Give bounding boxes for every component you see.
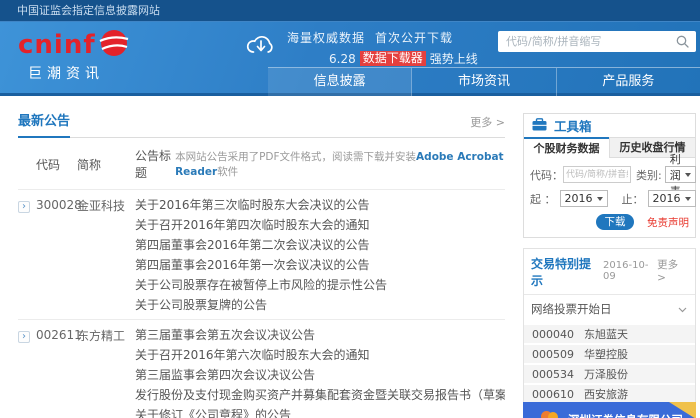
triangle-down-icon bbox=[597, 197, 603, 201]
notice-row[interactable]: 000610 西安旅游 bbox=[524, 385, 695, 403]
pdf-notice: 本网站公告采用了PDF文件格式，阅读需下载并安装Adobe Acrobat Re… bbox=[175, 149, 505, 179]
code-label: 代码： bbox=[530, 167, 563, 183]
brand-chinese-name: 巨潮资讯 bbox=[18, 63, 129, 83]
notice-category-dropdown[interactable]: 网络投票开始日 bbox=[524, 295, 695, 323]
nav-item-market[interactable]: 市场资讯 bbox=[411, 68, 555, 96]
cninfo-homepage: 中国证监会指定信息披露网站 cninf 巨潮资讯 bbox=[0, 0, 700, 418]
notice-row[interactable]: 000534 万泽股份 bbox=[524, 365, 695, 383]
banner-company-name: 深圳证券信息有限公司 bbox=[568, 412, 683, 418]
notice-stock-name: 东旭蓝天 bbox=[576, 326, 628, 342]
notice-stock-code: 000509 bbox=[524, 348, 576, 361]
site-header: cninf 巨潮资讯 bbox=[0, 22, 700, 96]
logo-swirl-icon bbox=[99, 28, 129, 62]
announcement-link[interactable]: 第三届董事会第五次会议决议公告 bbox=[135, 325, 505, 345]
notice-stock-code: 000040 bbox=[524, 328, 576, 341]
announcement-link[interactable]: 关于召开2016年第六次临时股东大会的通知 bbox=[135, 345, 505, 365]
triangle-down-icon bbox=[685, 173, 691, 177]
disclaimer-link[interactable]: 免责声明 bbox=[647, 215, 689, 230]
promo-line1: 海量权威数据首次公开下载 bbox=[287, 29, 478, 46]
announcement-link[interactable]: 发行股份及支付现金购买资产并募集配套资金暨关联交易报告书（草案）摘要 bbox=[135, 385, 505, 405]
to-label: 止： bbox=[622, 191, 644, 207]
brand-wordmark: cninf bbox=[18, 30, 96, 60]
announcement-group: › 002611 东方精工 第三届董事会第五次会议决议公告 关于召开2016年第… bbox=[18, 320, 505, 418]
report-type-select[interactable]: 利润表 bbox=[665, 166, 696, 183]
expand-icon[interactable]: › bbox=[18, 201, 30, 213]
announcement-group: › 300028 金亚科技 关于2016年第三次临时股东大会决议的公告 关于召开… bbox=[18, 190, 505, 320]
tab-historical-quotes[interactable]: 历史收盘行情 bbox=[609, 137, 695, 158]
download-button[interactable]: 下载 bbox=[596, 214, 634, 230]
latest-announcements-panel: 最新公告 更多 > 代码 简称 公告标题 本网站公告采用了PDF文件格式，阅读需… bbox=[18, 110, 505, 418]
toolbox-title: 工具箱 bbox=[554, 116, 592, 135]
column-name: 简称 bbox=[77, 156, 135, 173]
topbar-label: 中国证监会指定信息披露网站 bbox=[17, 4, 160, 17]
notice-stock-name: 华塑控股 bbox=[576, 346, 628, 362]
promo-tail: 强势上线 bbox=[430, 50, 478, 67]
nav-item-disclosure[interactable]: 信息披露 bbox=[268, 68, 411, 96]
toolbox-panel: 工具箱 个股财务数据 历史收盘行情 代码： 类别: 利润表 起 ： 2016 止… bbox=[523, 113, 696, 238]
notice-row[interactable]: 000509 华塑控股 bbox=[524, 345, 695, 363]
search-input[interactable] bbox=[498, 35, 676, 48]
announcement-link[interactable]: 第四届董事会2016年第一次会议决议的公告 bbox=[135, 255, 505, 275]
stock-code[interactable]: 002611 bbox=[36, 328, 77, 342]
notice-stock-name: 西安旅游 bbox=[576, 386, 628, 402]
panel-title: 最新公告 bbox=[18, 110, 70, 138]
download-promo[interactable]: 海量权威数据首次公开下载 6.28 数据下载器 强势上线 bbox=[245, 29, 478, 67]
from-label: 起 ： bbox=[530, 191, 556, 207]
triangle-down-icon bbox=[685, 197, 691, 201]
site-logo[interactable]: cninf 巨潮资讯 bbox=[18, 28, 129, 83]
trading-notice-more-link[interactable]: 更多 > bbox=[657, 257, 688, 284]
type-label: 类别: bbox=[636, 167, 662, 183]
downloader-badge: 数据下载器 bbox=[360, 51, 426, 66]
announcements-table-header: 代码 简称 公告标题 本网站公告采用了PDF文件格式，阅读需下载并安装Adobe… bbox=[18, 138, 505, 190]
notice-stock-code: 000534 bbox=[524, 368, 576, 381]
column-code: 代码 bbox=[36, 156, 77, 173]
trading-notice-date: 2016-10-09 bbox=[603, 260, 657, 282]
main-nav: 信息披露 市场资讯 产品服务 bbox=[268, 67, 700, 96]
announcement-link[interactable]: 第三届监事会第四次会议决议公告 bbox=[135, 365, 505, 385]
notice-row[interactable]: 000040 东旭蓝天 bbox=[524, 325, 695, 343]
search-icon[interactable] bbox=[676, 35, 689, 48]
topbar: 中国证监会指定信息披露网站 bbox=[0, 0, 700, 22]
toolbox-form: 代码： 类别: 利润表 起 ： 2016 止： 2016 下载 免责声明 bbox=[524, 158, 695, 237]
chevron-down-icon bbox=[678, 302, 687, 316]
promo-line2: 6.28 数据下载器 强势上线 bbox=[287, 50, 478, 67]
trading-notice-panel: 交易特别提示 2016-10-09 更多 > 网络投票开始日 000040 东旭… bbox=[523, 248, 696, 418]
announcement-link[interactable]: 关于2016年第三次临时股东大会决议的公告 bbox=[135, 195, 505, 215]
cloud-download-icon bbox=[245, 32, 277, 67]
from-year-select[interactable]: 2016 bbox=[560, 190, 608, 207]
nav-item-products[interactable]: 产品服务 bbox=[556, 68, 700, 96]
toolbox-code-input[interactable] bbox=[563, 166, 631, 183]
to-year-select[interactable]: 2016 bbox=[648, 190, 696, 207]
briefcase-icon bbox=[532, 116, 547, 135]
expand-icon[interactable]: › bbox=[18, 331, 30, 343]
announcement-link[interactable]: 关于公司股票存在被暂停上市风险的提示性公告 bbox=[135, 275, 505, 295]
stock-name[interactable]: 东方精工 bbox=[77, 327, 135, 344]
notice-stock-code: 000610 bbox=[524, 388, 576, 401]
tab-stock-financial-data[interactable]: 个股财务数据 bbox=[524, 137, 609, 158]
stock-code[interactable]: 300028 bbox=[36, 198, 77, 212]
trading-notice-title: 交易特别提示 bbox=[531, 255, 598, 289]
announcement-link[interactable]: 第四届董事会2016年第二次会议决议的公告 bbox=[135, 235, 505, 255]
announcement-link[interactable]: 关于修订《公司章程》的公告 bbox=[135, 405, 505, 418]
banner-logo-icon bbox=[541, 411, 563, 418]
notice-stock-name: 万泽股份 bbox=[576, 366, 628, 382]
announcements-more-link[interactable]: 更多 > bbox=[470, 114, 505, 137]
announcement-link[interactable]: 关于公司股票复牌的公告 bbox=[135, 295, 505, 315]
company-banner[interactable]: 深圳证券信息有限公司 bbox=[523, 402, 696, 418]
column-title: 公告标题 bbox=[135, 147, 175, 181]
search-box[interactable] bbox=[498, 31, 696, 52]
stock-name[interactable]: 金亚科技 bbox=[77, 197, 135, 214]
announcement-link[interactable]: 关于召开2016年第四次临时股东大会的通知 bbox=[135, 215, 505, 235]
promo-date: 6.28 bbox=[329, 52, 356, 66]
